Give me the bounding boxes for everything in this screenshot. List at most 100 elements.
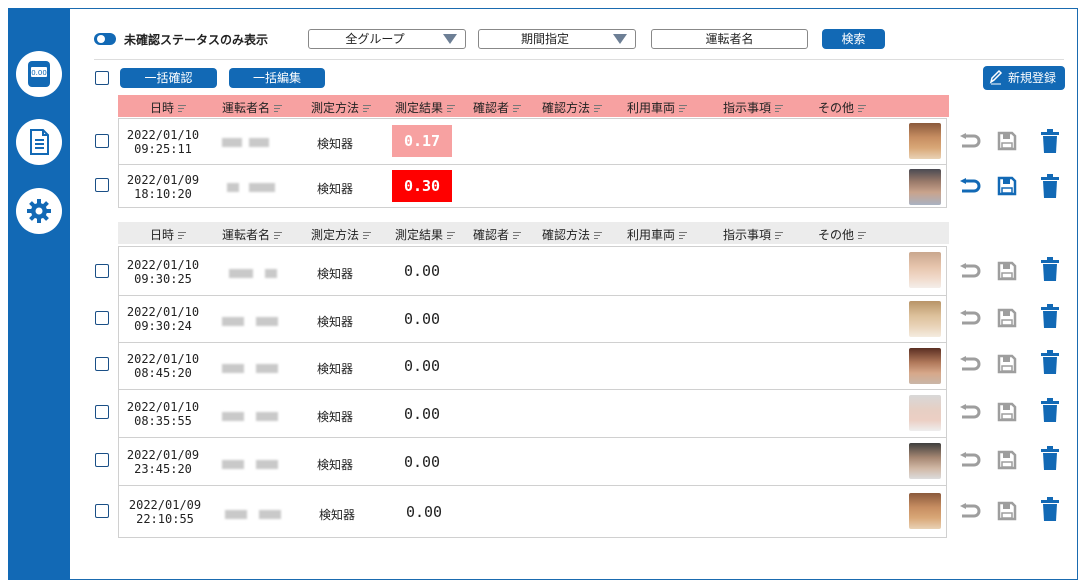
row-checkbox[interactable] <box>95 264 109 278</box>
col-header-datetime[interactable]: 日時 <box>150 226 187 243</box>
undo-icon[interactable] <box>957 447 983 473</box>
table-row[interactable]: 2022/01/10 09:25:11 検知器 0.17 <box>119 119 946 164</box>
avatar <box>909 348 941 384</box>
unconfirmed-toggle-label: 未確認ステータスのみ表示 <box>124 33 269 47</box>
col-header-other[interactable]: その他 <box>818 99 867 116</box>
save-icon[interactable] <box>994 173 1020 199</box>
trash-icon[interactable] <box>1037 128 1063 154</box>
col-header-method[interactable]: 測定方法 <box>311 226 372 243</box>
records-table-header: 日時 運転者名 測定方法 測定結果 確認者 確認方法 利用車両 指示事項 その他 <box>118 222 949 244</box>
sort-icon <box>178 232 187 239</box>
sort-icon <box>447 105 456 112</box>
col-label: その他 <box>818 101 855 115</box>
row-datetime: 2022/01/10 08:35:55 <box>119 400 207 428</box>
row-time: 22:10:55 <box>136 512 194 526</box>
group-select[interactable]: 全グループ <box>308 29 466 49</box>
save-icon[interactable] <box>994 498 1020 524</box>
undo-icon[interactable] <box>957 498 983 524</box>
col-header-result[interactable]: 測定結果 <box>395 99 456 116</box>
save-icon[interactable] <box>994 128 1020 154</box>
save-icon[interactable] <box>994 305 1020 331</box>
chevron-down-icon <box>613 34 627 44</box>
undo-icon[interactable] <box>957 258 983 284</box>
avatar <box>909 252 941 288</box>
driver-name-redacted <box>249 138 269 147</box>
col-header-method[interactable]: 測定方法 <box>311 99 372 116</box>
row-time: 23:45:20 <box>134 462 192 476</box>
col-header-checker[interactable]: 確認者 <box>473 99 522 116</box>
sidebar: 0.00 <box>8 8 70 580</box>
trash-icon[interactable] <box>1037 349 1063 375</box>
toolbar-divider <box>94 59 1064 60</box>
col-header-driver[interactable]: 運転者名 <box>222 226 283 243</box>
row-checkbox[interactable] <box>95 453 109 467</box>
trash-icon[interactable] <box>1037 496 1063 522</box>
col-header-check-method[interactable]: 確認方法 <box>542 99 603 116</box>
search-button[interactable]: 検索 <box>822 29 885 49</box>
row-checkbox[interactable] <box>95 178 109 192</box>
avatar <box>909 301 941 337</box>
table-row[interactable]: 2022/01/09 18:10:20 検知器 0.30 <box>119 164 946 208</box>
row-result: 0.00 <box>403 405 441 423</box>
new-registration-button[interactable]: 新規登録 <box>983 66 1065 90</box>
trash-icon[interactable] <box>1037 397 1063 423</box>
table-row[interactable]: 2022/01/10 08:45:20 検知器 0.00 <box>119 342 946 389</box>
col-header-instructions[interactable]: 指示事項 <box>723 226 784 243</box>
trash-icon[interactable] <box>1037 256 1063 282</box>
row-date: 2022/01/10 <box>126 305 200 319</box>
table-row[interactable]: 2022/01/09 22:10:55 検知器 0.00 <box>119 485 946 537</box>
table-row[interactable]: 2022/01/10 09:30:24 検知器 0.00 <box>119 295 946 342</box>
save-icon[interactable] <box>994 399 1020 425</box>
alert-table-header: 日時 運転者名 測定方法 測定結果 確認者 確認方法 利用車両 指示事項 その他 <box>118 95 949 117</box>
row-checkbox[interactable] <box>95 357 109 371</box>
undo-icon[interactable] <box>957 399 983 425</box>
col-header-check-method[interactable]: 確認方法 <box>542 226 603 243</box>
sidebar-item-settings[interactable] <box>16 188 62 234</box>
trash-icon[interactable] <box>1037 173 1063 199</box>
col-header-vehicle[interactable]: 利用車両 <box>627 226 688 243</box>
row-datetime: 2022/01/10 09:30:24 <box>119 305 207 333</box>
col-header-result[interactable]: 測定結果 <box>395 226 456 243</box>
bulk-edit-button[interactable]: 一括編集 <box>229 68 325 88</box>
col-label: 指示事項 <box>723 101 772 115</box>
save-icon[interactable] <box>994 258 1020 284</box>
save-icon[interactable] <box>994 447 1020 473</box>
row-checkbox[interactable] <box>95 504 109 518</box>
row-checkbox[interactable] <box>95 311 109 325</box>
sidebar-item-records[interactable] <box>16 119 62 165</box>
col-header-checker[interactable]: 確認者 <box>473 226 522 243</box>
row-checkbox[interactable] <box>95 405 109 419</box>
col-label: 利用車両 <box>627 228 676 242</box>
row-checkbox[interactable] <box>95 134 109 148</box>
avatar <box>909 443 941 479</box>
col-header-other[interactable]: その他 <box>818 226 867 243</box>
row-method: 検知器 <box>317 137 354 151</box>
group-select-value: 全グループ <box>345 32 405 46</box>
table-row[interactable]: 2022/01/09 23:45:20 検知器 0.00 <box>119 437 946 485</box>
undo-icon[interactable] <box>957 128 983 154</box>
period-select[interactable]: 期間指定 <box>478 29 636 49</box>
row-time: 09:30:24 <box>134 319 192 333</box>
bulk-confirm-button[interactable]: 一括確認 <box>120 68 217 88</box>
trash-icon[interactable] <box>1037 445 1063 471</box>
unconfirmed-toggle[interactable] <box>94 33 116 45</box>
driver-name-input[interactable]: 運転者名 <box>651 29 808 49</box>
driver-name-redacted <box>225 510 247 519</box>
col-header-vehicle[interactable]: 利用車両 <box>627 99 688 116</box>
col-label: 測定方法 <box>311 101 360 115</box>
table-row[interactable]: 2022/01/10 09:30:25 検知器 0.00 <box>119 247 946 295</box>
undo-icon[interactable] <box>957 173 983 199</box>
table-row[interactable]: 2022/01/10 08:35:55 検知器 0.00 <box>119 389 946 437</box>
sort-icon <box>594 105 603 112</box>
col-header-driver[interactable]: 運転者名 <box>222 99 283 116</box>
save-icon[interactable] <box>994 351 1020 377</box>
col-header-datetime[interactable]: 日時 <box>150 99 187 116</box>
sidebar-item-measurement[interactable]: 0.00 <box>16 51 62 97</box>
undo-icon[interactable] <box>957 305 983 331</box>
col-label: 利用車両 <box>627 101 676 115</box>
sort-icon <box>363 232 372 239</box>
trash-icon[interactable] <box>1037 303 1063 329</box>
col-header-instructions[interactable]: 指示事項 <box>723 99 784 116</box>
select-all-checkbox[interactable] <box>95 71 109 85</box>
undo-icon[interactable] <box>957 351 983 377</box>
